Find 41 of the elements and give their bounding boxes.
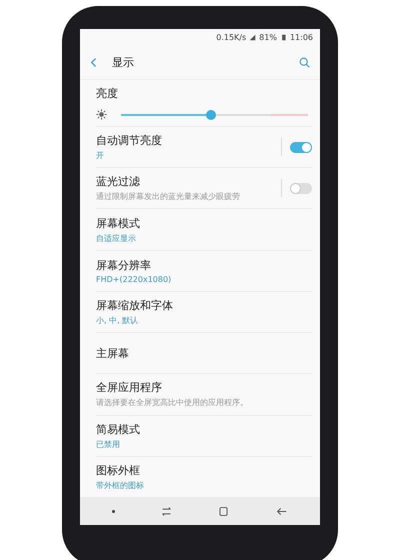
back-icon[interactable] — [90, 56, 98, 68]
sun-icon — [96, 109, 107, 120]
setting-title: 主屏幕 — [96, 346, 130, 361]
setting-subtitle: FHD+(2220x1080) — [96, 274, 172, 284]
settings-item[interactable]: 全屏应用程序 请选择要在全屏宽高比中使用的应用程序。 — [96, 373, 312, 415]
dot-icon[interactable] — [112, 510, 116, 512]
setting-subtitle: 已禁用 — [96, 438, 121, 450]
settings-item[interactable]: 蓝光过滤 通过限制屏幕发出的蓝光量来减少眼疲劳 — [96, 167, 312, 208]
settings-item[interactable]: 屏幕模式 自适应显示 — [96, 208, 312, 250]
setting-subtitle: 通过限制屏幕发出的蓝光量来减少眼疲劳 — [96, 191, 241, 202]
settings-item[interactable]: 屏幕缩放和字体 小, 中, 默认 — [96, 290, 312, 332]
setting-title: 屏幕模式 — [96, 216, 141, 231]
setting-title: 图标外框 — [96, 462, 141, 478]
toggle-switch[interactable] — [290, 182, 312, 194]
setting-subtitle: 带外框的图标 — [96, 480, 145, 491]
setting-title: 全屏应用程序 — [96, 380, 163, 396]
settings-item[interactable]: 自动调节亮度 开 — [96, 126, 312, 168]
home-icon[interactable] — [217, 506, 230, 516]
clock: 11:06 — [290, 32, 313, 42]
settings-item[interactable]: 屏幕分辨率 FHD+(2220x1080) — [96, 250, 312, 291]
brightness-label: 亮度 — [96, 86, 119, 101]
settings-item[interactable]: 简易模式 已禁用 — [96, 414, 312, 456]
setting-subtitle: 自适应显示 — [96, 232, 137, 244]
setting-title: 蓝光过滤 — [96, 174, 141, 190]
setting-subtitle: 小, 中, 默认 — [96, 314, 140, 326]
search-icon[interactable] — [299, 56, 310, 68]
setting-subtitle: 请选择要在全屏宽高比中使用的应用程序。 — [96, 397, 249, 408]
setting-title: 屏幕分辨率 — [96, 258, 152, 273]
recent-apps-icon[interactable] — [160, 506, 173, 516]
battery-level: 81% — [259, 32, 277, 42]
page-title: 显示 — [112, 54, 135, 70]
setting-title: 自动调节亮度 — [96, 133, 163, 148]
setting-title: 屏幕缩放和字体 — [96, 298, 174, 313]
toggle-switch[interactable] — [290, 142, 312, 153]
setting-subtitle: 开 — [96, 150, 105, 162]
network-speed: 0.15K/s — [216, 32, 246, 42]
battery-icon — [280, 34, 287, 40]
settings-item[interactable]: 主屏幕 — [96, 332, 312, 374]
setting-title: 简易模式 — [96, 422, 141, 437]
signal-icon — [249, 34, 256, 40]
back-arrow-icon[interactable] — [274, 506, 288, 516]
